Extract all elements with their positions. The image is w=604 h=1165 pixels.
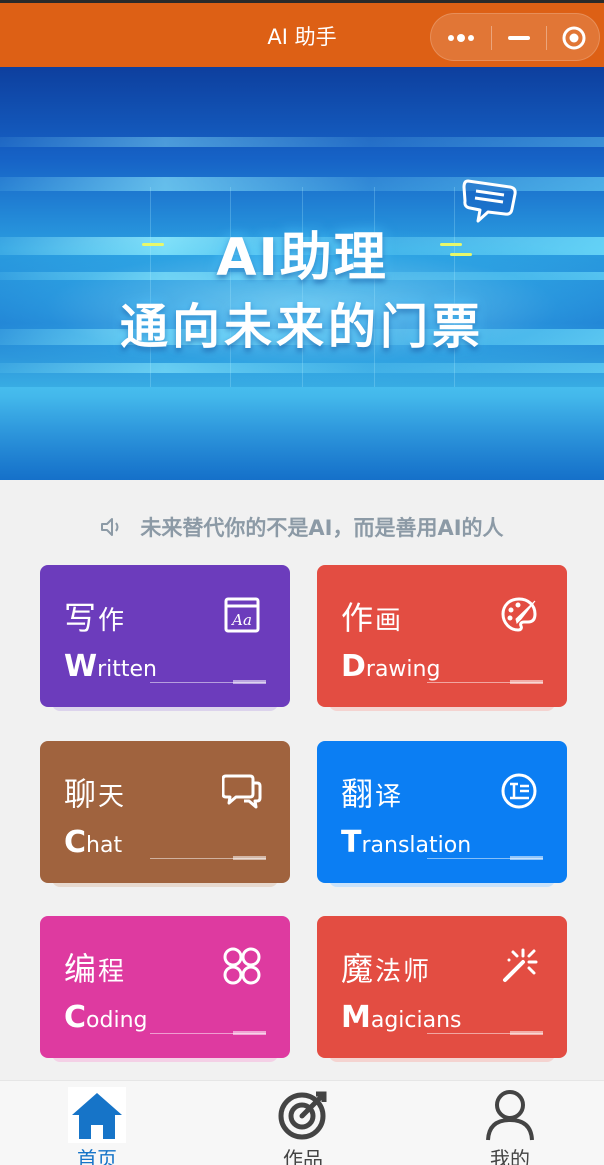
card-drawing[interactable]: 作画 Drawing: [317, 565, 567, 707]
tab-works[interactable]: 作品: [243, 1081, 363, 1165]
card-magicians[interactable]: 魔法师 Magicians: [317, 916, 567, 1058]
card-subtitle-initial: D: [341, 649, 366, 684]
notice-text: 未来替代你的不是AI，而是善用AI的人: [140, 516, 504, 540]
close-button[interactable]: [546, 14, 601, 62]
card-title-rest: 天: [98, 782, 127, 812]
minus-icon: [507, 36, 530, 40]
card-title-rest: 作: [98, 606, 127, 636]
more-dots-icon: [448, 34, 474, 42]
grid-circles-icon: [220, 944, 264, 988]
card-title-rest: 译: [375, 782, 404, 812]
card-subtitle-rest: agicians: [370, 1008, 462, 1033]
magic-wand-icon: [497, 944, 541, 988]
card-subtitle: Chat: [64, 825, 122, 860]
tab-mine-label: 我的: [490, 1147, 530, 1165]
record-circle-icon: [562, 26, 585, 50]
card-title: 魔法师: [341, 944, 431, 990]
decor-bar: [510, 856, 543, 860]
chat-bubbles-icon: [220, 769, 264, 813]
banner-heading: AI助理: [216, 228, 388, 288]
decor-bar: [233, 1031, 266, 1035]
card-title: 编程: [64, 944, 126, 990]
card-subtitle: Drawing: [341, 649, 440, 684]
card-subtitle: Magicians: [341, 1000, 462, 1035]
capsule-menu: [430, 13, 600, 61]
card-title-first: 翻: [341, 775, 376, 813]
card-title: 聊天: [64, 769, 126, 815]
more-options-button[interactable]: [431, 14, 491, 62]
tab-mine[interactable]: 我的: [450, 1081, 570, 1165]
card-subtitle: Written: [64, 649, 157, 684]
card-subtitle-rest: ranslation: [361, 833, 472, 858]
card-title: 作画: [341, 593, 403, 639]
title-bar: AI 助手: [0, 0, 604, 67]
card-title-first: 魔: [341, 950, 376, 988]
bottom-tab-bar: 首页 作品 我的: [0, 1080, 604, 1165]
decor-bar: [233, 680, 266, 684]
hero-banner: AI助理 通向未来的门票: [0, 67, 604, 480]
card-subtitle-initial: C: [64, 825, 87, 860]
card-title-rest: 画: [375, 606, 404, 636]
card-coding[interactable]: 编程 Coding: [40, 916, 290, 1058]
target-icon: [273, 1085, 333, 1145]
palette-icon: [497, 593, 541, 637]
card-subtitle-initial: M: [341, 1000, 371, 1035]
card-title: 写作: [64, 593, 126, 639]
card-title-rest: 程: [98, 957, 127, 987]
card-title-rest: 法师: [375, 957, 432, 987]
tab-works-label: 作品: [283, 1147, 323, 1165]
user-icon: [480, 1085, 540, 1145]
card-translation[interactable]: 翻译 Translation: [317, 741, 567, 883]
card-subtitle-initial: T: [341, 825, 362, 860]
card-subtitle-rest: oding: [86, 1008, 148, 1033]
minimize-button[interactable]: [491, 14, 546, 62]
font-aa-icon: Aa: [220, 593, 264, 637]
decor-bar: [233, 856, 266, 860]
card-title: 翻译: [341, 769, 403, 815]
home-icon: [67, 1085, 127, 1145]
notice-bar: 未来替代你的不是AI，而是善用AI的人: [0, 512, 604, 542]
tab-home-label: 首页: [77, 1147, 117, 1165]
banner-subheading: 通向未来的门票: [119, 299, 484, 355]
card-subtitle-rest: ritten: [97, 657, 157, 682]
card-subtitle: Translation: [341, 825, 471, 860]
speaker-icon: [100, 517, 124, 537]
card-subtitle-rest: hat: [86, 833, 123, 858]
decor-bar: [510, 680, 543, 684]
card-title-first: 聊: [64, 775, 99, 813]
card-subtitle-initial: W: [64, 649, 98, 684]
svg-text:Aa: Aa: [230, 611, 252, 629]
tab-home[interactable]: 首页: [37, 1081, 157, 1165]
card-title-first: 编: [64, 950, 99, 988]
card-title-first: 作: [341, 599, 376, 637]
card-writing[interactable]: 写作 Aa Written: [40, 565, 290, 707]
card-chat[interactable]: 聊天 Chat: [40, 741, 290, 883]
card-subtitle-initial: C: [64, 1000, 87, 1035]
translate-icon: [497, 769, 541, 813]
decor-bar: [510, 1031, 543, 1035]
card-title-first: 写: [64, 599, 99, 637]
card-subtitle: Coding: [64, 1000, 147, 1035]
card-subtitle-rest: rawing: [365, 657, 441, 682]
